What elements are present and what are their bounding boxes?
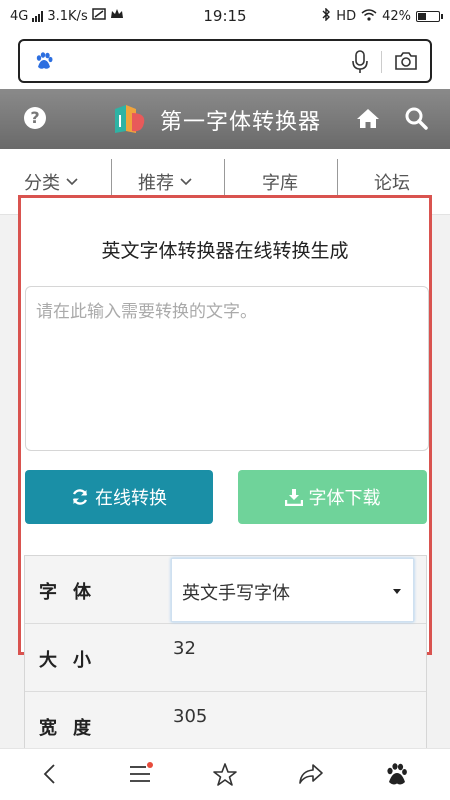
nav-divider xyxy=(224,159,225,199)
refresh-icon xyxy=(72,489,88,505)
address-bar-container xyxy=(0,32,450,89)
font-select[interactable]: 英文手写字体 xyxy=(171,558,414,622)
nav-item-library[interactable]: 字库 xyxy=(262,169,298,195)
convert-label: 在线转换 xyxy=(95,488,167,509)
caret-down-icon xyxy=(393,589,401,594)
nav-item-recommend[interactable]: 推荐 xyxy=(138,169,192,195)
hd-label: HD xyxy=(336,9,357,24)
option-row-size: 大小 32 xyxy=(25,624,426,692)
search-icon[interactable] xyxy=(404,106,428,134)
browser-bottom-bar xyxy=(0,748,450,800)
nav-item-label: 字库 xyxy=(262,173,298,194)
convert-button[interactable]: 在线转换 xyxy=(25,470,213,524)
help-icon[interactable]: ? xyxy=(24,107,46,129)
site-title[interactable]: 第一字体转换器 xyxy=(160,104,321,136)
home-icon[interactable] xyxy=(356,107,380,133)
nav-item-forum[interactable]: 论坛 xyxy=(374,169,410,195)
font-label: 字体 xyxy=(39,582,107,603)
nav-item-label: 论坛 xyxy=(374,173,410,194)
nav-item-label: 分类 xyxy=(24,173,60,194)
baidu-paw-icon[interactable] xyxy=(385,762,409,790)
nav-item-label: 推荐 xyxy=(138,173,174,194)
back-icon[interactable] xyxy=(40,762,60,790)
download-button[interactable]: 字体下载 xyxy=(238,470,427,524)
width-label: 宽度 xyxy=(39,718,107,739)
size-label: 大小 xyxy=(39,650,107,671)
nav-item-category[interactable]: 分类 xyxy=(24,169,78,195)
size-value[interactable]: 32 xyxy=(173,638,196,659)
wifi-icon xyxy=(361,8,377,25)
text-input[interactable] xyxy=(25,286,429,451)
share-icon[interactable] xyxy=(298,762,324,790)
baidu-paw-icon xyxy=(34,51,54,75)
star-icon[interactable] xyxy=(212,762,238,792)
bluetooth-icon xyxy=(322,7,331,25)
notification-dot xyxy=(147,762,153,768)
battery-percent: 42% xyxy=(382,9,411,24)
status-right: HD 42% xyxy=(322,7,443,25)
option-row-font: 字体 英文手写字体 xyxy=(25,556,426,624)
download-label: 字体下载 xyxy=(308,488,381,509)
width-value[interactable]: 305 xyxy=(173,706,207,727)
chevron-down-icon xyxy=(180,178,192,186)
download-icon xyxy=(284,489,303,506)
battery-icon xyxy=(416,11,443,22)
logo-icon[interactable] xyxy=(112,103,148,139)
chevron-down-icon xyxy=(66,178,78,186)
font-selected-value: 英文手写字体 xyxy=(182,583,290,604)
menu-icon[interactable] xyxy=(128,762,153,790)
divider xyxy=(381,51,382,73)
nav-divider xyxy=(111,159,112,199)
microphone-icon[interactable] xyxy=(352,50,368,78)
address-bar[interactable] xyxy=(18,39,432,83)
options-table: 字体 英文手写字体 大小 32 宽度 305 xyxy=(24,555,427,761)
status-bar: 4G 3.1K/s 19:15 HD 42% xyxy=(0,0,450,32)
converter-title: 英文字体转换器在线转换生成 xyxy=(101,240,349,262)
site-header: ? 第一字体转换器 xyxy=(0,89,450,149)
nav-divider xyxy=(337,159,338,199)
camera-icon[interactable] xyxy=(394,51,418,75)
